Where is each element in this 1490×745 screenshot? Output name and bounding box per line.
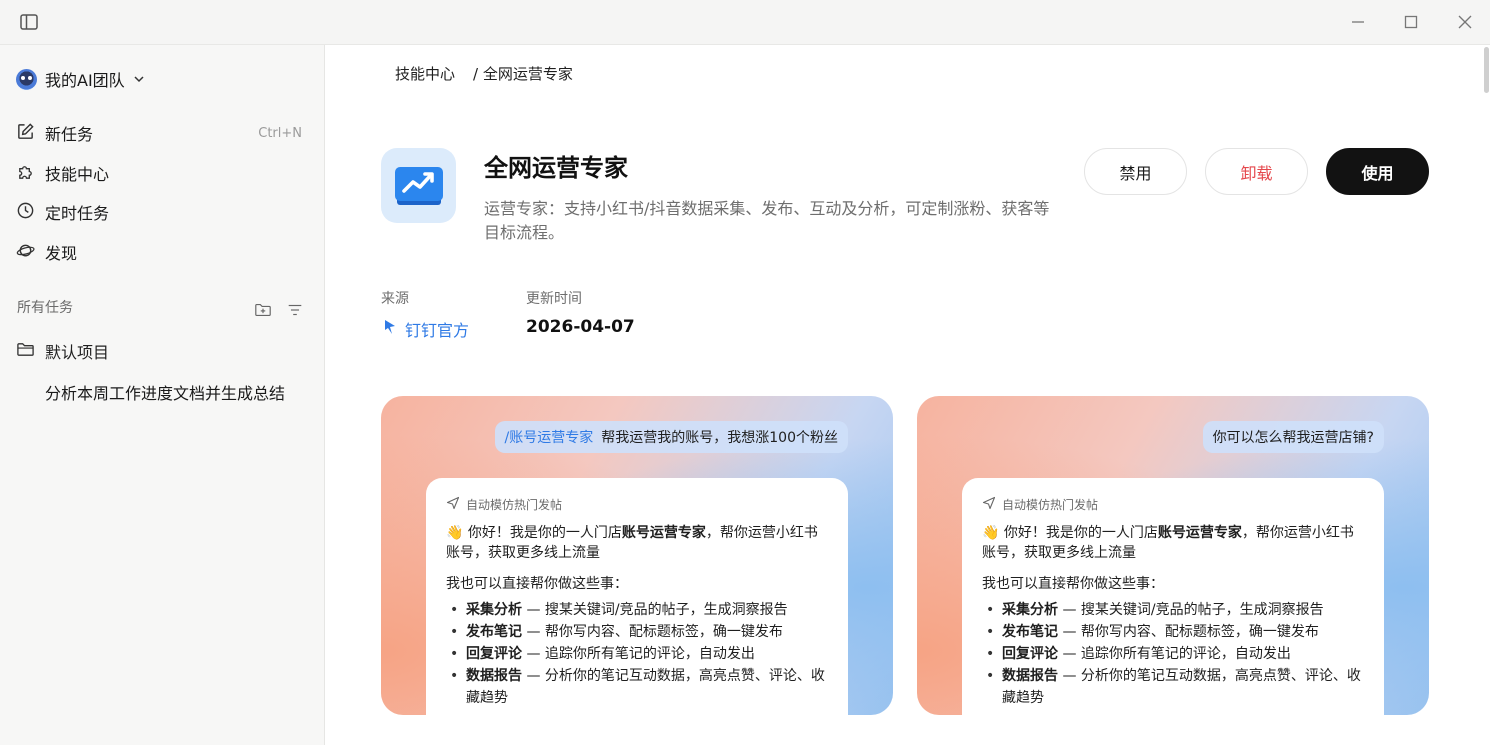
skill-command: /账号运营专家 [504,430,594,446]
assistant-reply: 自动模仿热门发帖 👋 你好！我是你的一人门店账号运营专家，帮你运营小红书账号，获… [962,478,1384,715]
scrollbar[interactable] [1484,47,1489,93]
send-icon [446,496,460,513]
project-default[interactable]: 默认项目 [16,339,109,363]
project-label: 默认项目 [45,343,110,362]
source-value: 钉钉官方 [405,321,470,340]
source-label: 来源 [381,291,409,307]
dingtalk-icon [383,318,397,340]
edit-icon [16,122,35,145]
item-text: — 追踪你所有笔记的评论，自动发出 [522,646,755,662]
preview-card: 你可以怎么帮我运营店铺? 自动模仿热门发帖 👋 你好！我是你的一人门店账号运营专… [917,396,1429,715]
close-icon[interactable] [1455,12,1475,32]
breadcrumb-root[interactable]: 技能中心 [395,63,455,84]
reply-tag-label: 自动模仿热门发帖 [466,498,563,512]
skill-description: 运营专家：支持小红书/抖音数据采集、发布、互动及分析，可定制涨粉、获客等目标流程… [484,199,1050,242]
item-title: 采集分析 [466,602,522,618]
reply-tag: 自动模仿热门发帖 [982,496,1364,513]
sidebar-item-label: 新任务 [45,125,94,144]
maximize-icon[interactable] [1401,12,1421,32]
item-title: 数据报告 [1002,668,1058,684]
sidebar: 我的AI团队 新任务 Ctrl+N 技能中心 定时任务 发现 所有任务 默认项目… [0,45,325,745]
title-bar [0,0,1490,45]
item-text: — 帮你写内容、配标题标签，确一键发布 [522,624,783,640]
list-item: 回复评论 — 追踪你所有笔记的评论，自动发出 [446,643,828,665]
sidebar-item-label: 技能中心 [45,165,110,184]
minimize-icon[interactable] [1348,12,1368,32]
capability-list: 采集分析 — 搜某关键词/竞品的帖子，生成洞察报告 发布笔记 — 帮你写内容、配… [446,599,828,709]
capability-list: 采集分析 — 搜某关键词/竞品的帖子，生成洞察报告 发布笔记 — 帮你写内容、配… [982,599,1364,709]
greeting-text: 👋 你好！我是你的一人门店 [446,525,622,541]
updated-label: 更新时间 [526,291,582,307]
chevron-down-icon [133,70,145,89]
list-item: 回复评论 — 追踪你所有笔记的评论，自动发出 [982,643,1364,665]
send-icon [982,496,996,513]
source-link[interactable]: 钉钉官方 [383,317,469,341]
sidebar-item-label: 发现 [45,244,78,263]
user-message-bubble: 你可以怎么帮我运营店铺? [1202,421,1384,453]
sidebar-item-new-task[interactable]: 新任务 Ctrl+N [16,118,306,148]
item-title: 采集分析 [1002,602,1058,618]
folder-icon [16,340,35,363]
item-text: — 追踪你所有笔记的评论，自动发出 [1058,646,1291,662]
list-item: 采集分析 — 搜某关键词/竞品的帖子，生成洞察报告 [982,599,1364,621]
assistant-reply: 自动模仿热门发帖 👋 你好！我是你的一人门店账号运营专家，帮你运营小红书账号，获… [426,478,848,715]
reply-tag-label: 自动模仿热门发帖 [1002,498,1099,512]
item-text: — 帮你写内容、配标题标签，确一键发布 [1058,624,1319,640]
main-content: 技能中心 / 全网运营专家 全网运营专家 运营专家：支持小红书/抖音数据采集、发… [326,45,1490,745]
item-text: — 搜某关键词/竞品的帖子，生成洞察报告 [1058,602,1324,618]
planet-icon [16,241,35,264]
sidebar-toggle-icon[interactable] [19,12,39,32]
preview-card: /账号运营专家 帮我运营我的账号，我想涨100个粉丝 自动模仿热门发帖 👋 你好… [381,396,893,715]
new-folder-icon[interactable] [254,301,272,319]
reply-intro: 我也可以直接帮你做这些事： [446,576,628,592]
disable-button[interactable]: 禁用 [1084,148,1187,195]
clock-icon [16,201,35,224]
avatar [16,68,37,90]
user-message-text: 帮我运营我的账号，我想涨100个粉丝 [601,430,838,446]
skill-logo [381,148,456,223]
section-label-all-tasks: 所有任务 [17,300,73,316]
user-message-text: 你可以怎么帮我运营店铺? [1212,430,1374,446]
team-switcher[interactable]: 我的AI团队 [16,67,145,91]
sidebar-item-scheduled-tasks[interactable]: 定时任务 [16,197,306,227]
page-title: 全网运营专家 [484,154,628,182]
reply-greeting: 👋 你好！我是你的一人门店账号运营专家，帮你运营小红书账号，获取更多线上流量 [982,523,1364,563]
task-item[interactable]: 分析本周工作进度文档并生成总结 [45,380,285,404]
list-item: 数据报告 — 分析你的笔记互动数据，高亮点赞、评论、收藏趋势 [446,665,828,709]
reply-greeting: 👋 你好！我是你的一人门店账号运营专家，帮你运营小红书账号，获取更多线上流量 [446,523,828,563]
item-text: — 搜某关键词/竞品的帖子，生成洞察报告 [522,602,788,618]
user-message-bubble: /账号运营专家 帮我运营我的账号，我想涨100个粉丝 [494,421,848,453]
item-title: 数据报告 [466,668,522,684]
greeting-bold: 账号运营专家 [1157,525,1242,541]
list-item: 采集分析 — 搜某关键词/竞品的帖子，生成洞察报告 [446,599,828,621]
list-item: 发布笔记 — 帮你写内容、配标题标签，确一键发布 [446,621,828,643]
list-item: 发布笔记 — 帮你写内容、配标题标签，确一键发布 [982,621,1364,643]
reply-tag: 自动模仿热门发帖 [446,496,828,513]
list-item: 数据报告 — 分析你的笔记互动数据，高亮点赞、评论、收藏趋势 [982,665,1364,709]
uninstall-button[interactable]: 卸载 [1205,148,1308,195]
updated-date: 2026-04-07 [526,317,635,337]
sidebar-item-discover[interactable]: 发现 [16,237,306,267]
item-title: 回复评论 [1002,646,1058,662]
greeting-bold: 账号运营专家 [621,525,706,541]
team-name: 我的AI团队 [45,71,125,90]
use-button[interactable]: 使用 [1326,148,1429,195]
item-title: 发布笔记 [466,624,522,640]
sidebar-item-label: 定时任务 [45,204,110,223]
section-tools [254,301,304,319]
breadcrumb-current: / 全网运营专家 [473,65,573,83]
trending-chart-icon [394,166,443,205]
sidebar-item-skill-center[interactable]: 技能中心 [16,158,306,188]
item-title: 发布笔记 [1002,624,1058,640]
greeting-text: 👋 你好！我是你的一人门店 [982,525,1158,541]
reply-intro: 我也可以直接帮你做这些事： [982,576,1164,592]
puzzle-icon [16,162,35,185]
shortcut-hint: Ctrl+N [258,125,302,141]
filter-icon[interactable] [286,301,304,319]
item-title: 回复评论 [466,646,522,662]
breadcrumb: 技能中心 / 全网运营专家 [395,63,573,84]
